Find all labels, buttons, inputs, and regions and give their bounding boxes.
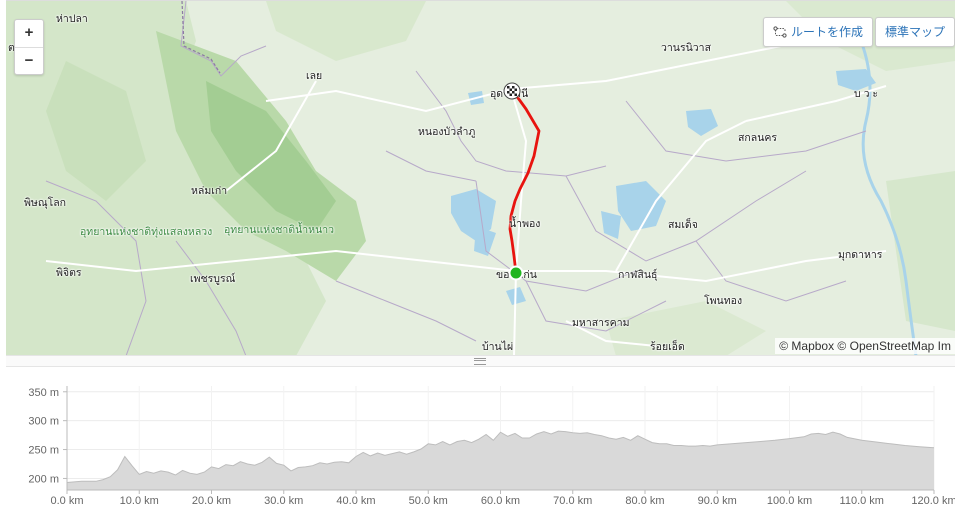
map-label: น้ำพอง <box>509 218 541 230</box>
x-tick-label: 90.0 km <box>698 495 737 507</box>
map-label: โพนทอง <box>704 295 743 307</box>
x-tick-label: 50.0 km <box>409 495 448 507</box>
map-label: พิษณุโลก <box>24 197 67 209</box>
route-viewer: { "map": { "labels": [ {"text":"ห่าปลา",… <box>0 0 955 514</box>
x-tick-label: 40.0 km <box>336 495 375 507</box>
checkered-flag-finish-marker-icon[interactable] <box>503 82 521 100</box>
x-tick-label: 70.0 km <box>553 495 592 507</box>
zoom-out-button[interactable]: − <box>15 47 43 75</box>
map-label: ห่าปลา <box>56 13 88 25</box>
x-tick-label: 110.0 km <box>840 495 884 507</box>
map-label: มุกดาหาร <box>838 249 883 261</box>
x-tick-label: 80.0 km <box>625 495 664 507</box>
elevation-area <box>67 431 934 490</box>
map-attribution[interactable]: © Mapbox © OpenStreetMap Im <box>775 338 955 354</box>
x-tick-label: 10.0 km <box>120 495 159 507</box>
map-label: สกลนคร <box>738 132 778 144</box>
map-base-terrain <box>6 1 955 356</box>
elevation-chart: 200 m 250 m 300 m 350 m 0.0 km 10.0 km 20.0 km… <box>28 386 955 507</box>
standard-map-label: 標準マップ <box>884 25 945 39</box>
map-label: หนองบัวลำภู <box>418 126 476 138</box>
map-label: เลย <box>306 70 323 82</box>
x-tick-label: 20.0 km <box>192 495 231 507</box>
green-dot-start-marker-icon[interactable] <box>508 265 524 281</box>
map-label: บ้านไผ่ <box>482 341 514 353</box>
y-tick-label: 250 m <box>28 445 59 457</box>
map-label: พิจิตร <box>56 267 82 279</box>
zoom-control: + − <box>14 19 44 75</box>
create-route-button[interactable]: ルートを作成 <box>762 17 873 47</box>
y-tick-label: 300 m <box>28 416 59 428</box>
map-label: วานรนิวาส <box>661 42 711 54</box>
map-label: ร้อยเอ็ด <box>650 341 685 353</box>
map-label: หล่มเก่า <box>191 185 228 197</box>
elevation-profile[interactable]: 200 m 250 m 300 m 350 m 0.0 km 10.0 km 20.0 km… <box>6 366 955 514</box>
zoom-in-button[interactable]: + <box>15 20 43 47</box>
y-tick-label: 200 m <box>28 473 59 485</box>
map-label: เพชรบูรณ์ <box>190 273 236 285</box>
grip-icon <box>474 358 486 365</box>
x-tick-label: 120.0 km <box>911 495 955 507</box>
x-tick-label: 60.0 km <box>481 495 520 507</box>
map-label: มหาสารคาม <box>572 317 630 329</box>
map-label: บ ว ะ <box>854 88 879 100</box>
map-label: สมเด็จ <box>668 219 698 231</box>
x-tick-label: 30.0 km <box>264 495 303 507</box>
map-label: กาฬสินธุ์ <box>618 269 658 281</box>
create-route-label: ルートを作成 <box>790 25 863 39</box>
x-tick-label: 100.0 km <box>767 495 812 507</box>
map-label: อุทยานแห่งชาติทุ่งแสลงหลวง <box>80 226 213 238</box>
route-plan-icon <box>773 26 787 38</box>
x-tick-label: 0.0 km <box>50 495 83 507</box>
standard-map-button[interactable]: 標準マップ <box>874 17 955 47</box>
route-map[interactable]: ห่าปลา ตร วานรนิวาส เลย อุดรธานี บ ว ะ ห… <box>6 0 955 356</box>
map-toolbar: ルートを作成 標準マップ <box>761 17 955 47</box>
y-tick-label: 350 m <box>28 387 59 399</box>
map-label: อุทยานแห่งชาติน้ำหนาว <box>224 224 335 236</box>
